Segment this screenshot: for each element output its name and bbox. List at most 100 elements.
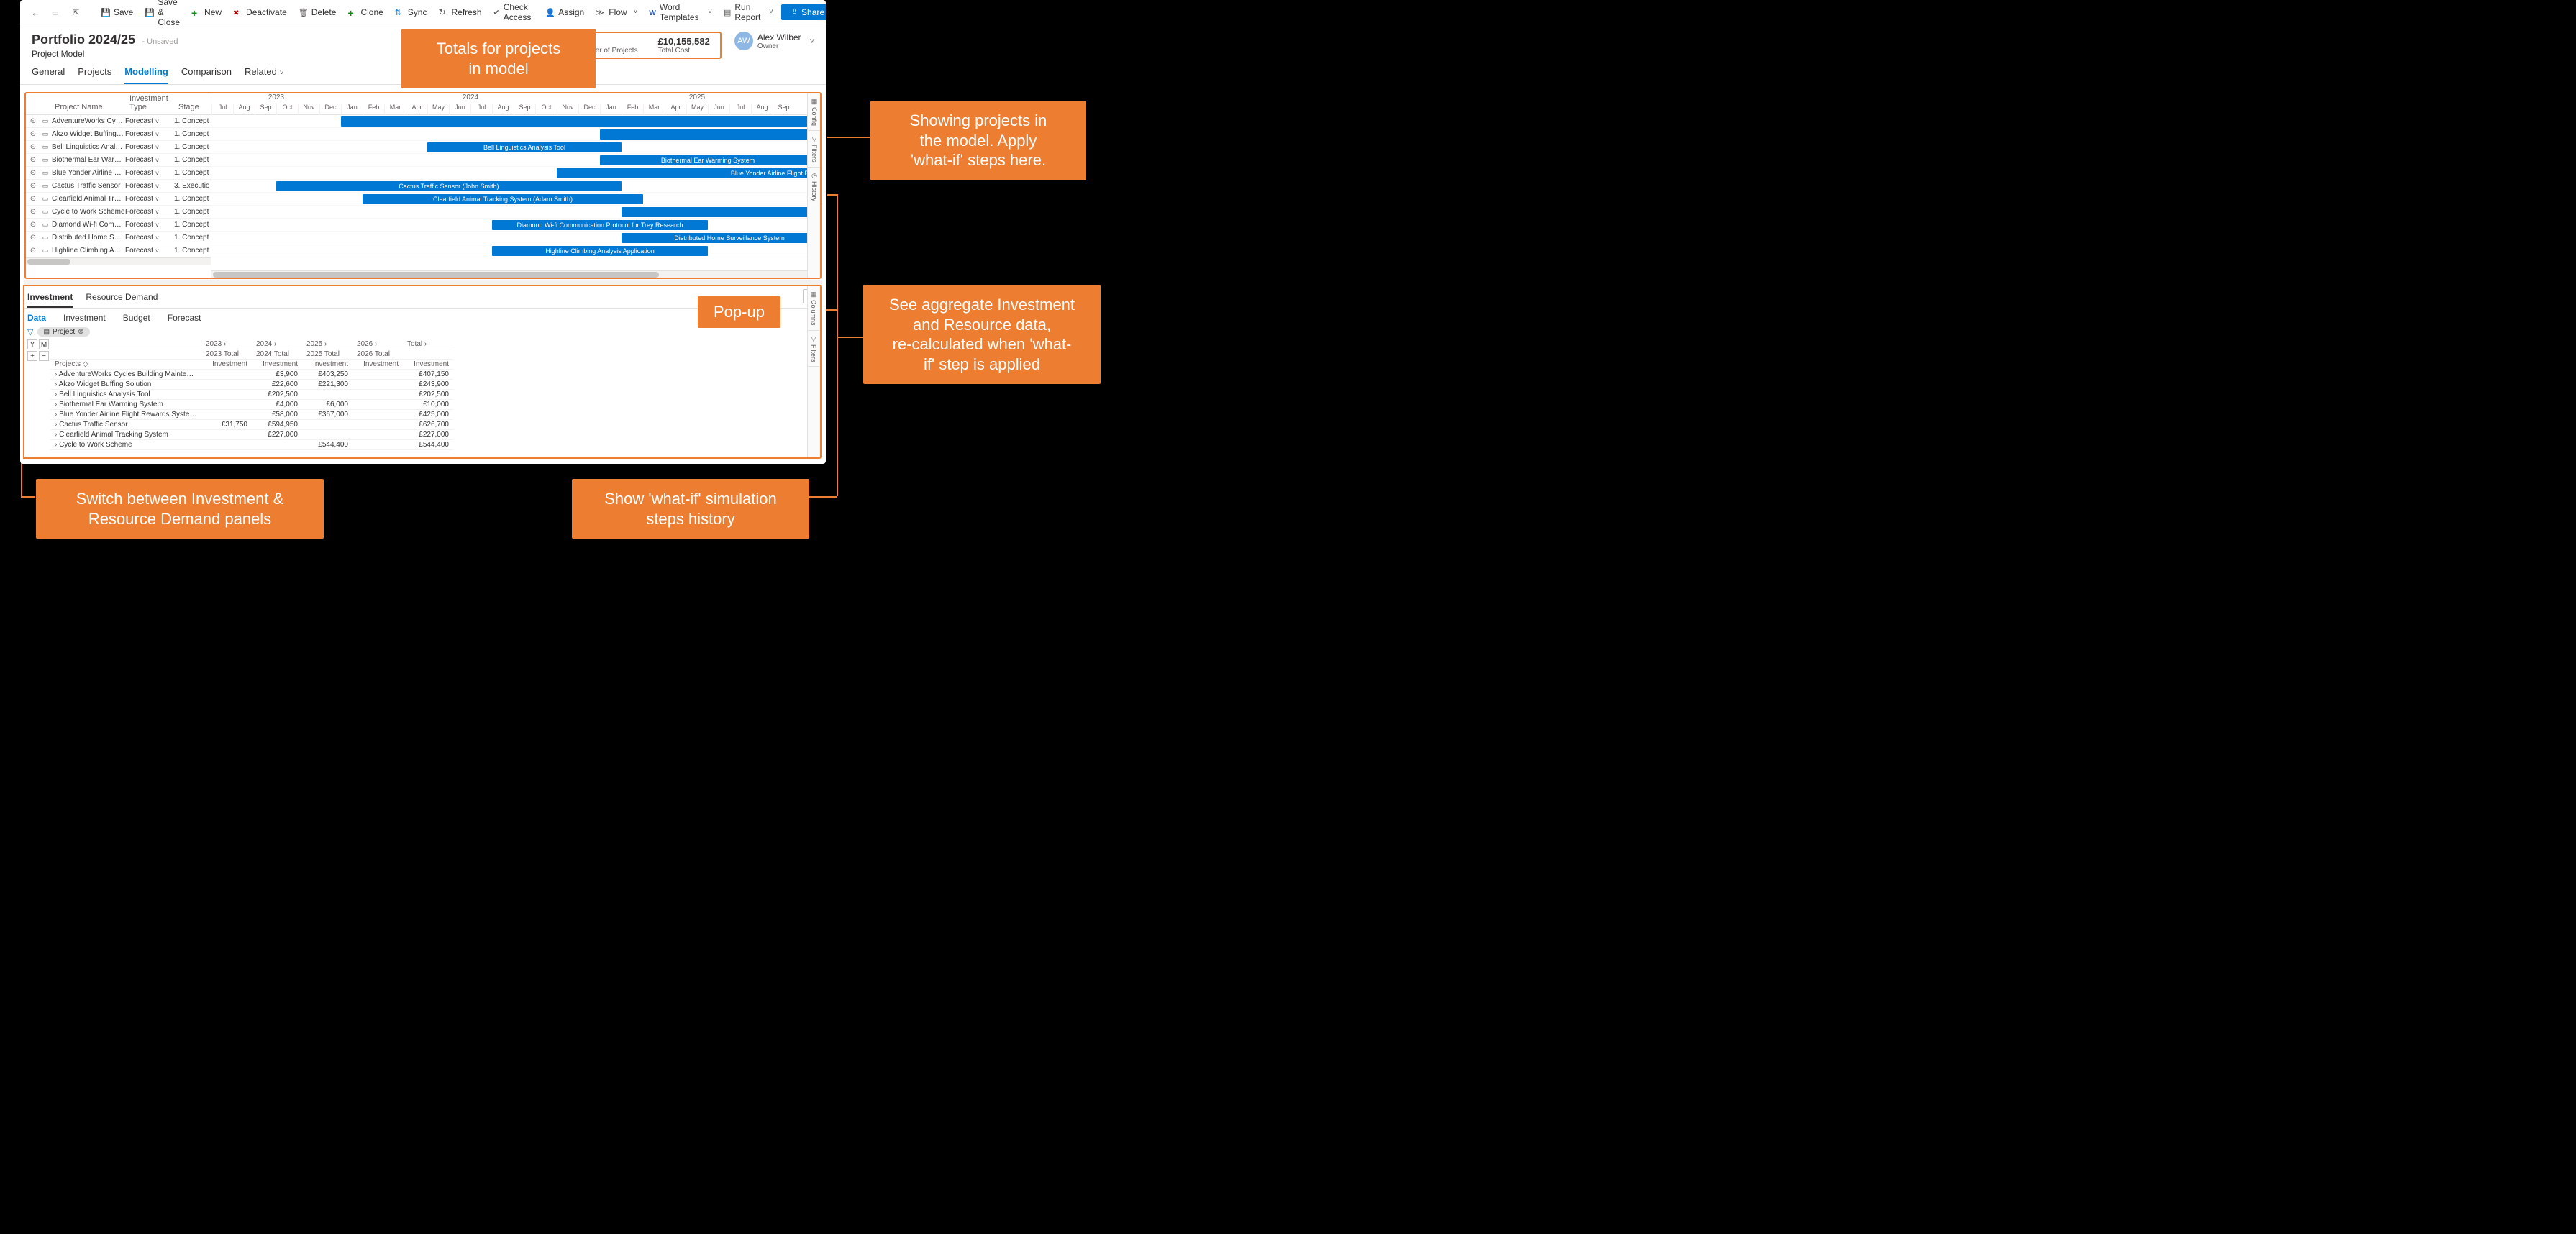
pivot-year[interactable]: 2023 › (201, 339, 252, 349)
investment-type-cell[interactable]: Forecast (125, 143, 174, 151)
investment-type-cell[interactable]: Forecast (125, 247, 174, 255)
pin-icon[interactable]: ⊙ (26, 169, 40, 177)
sync-button[interactable]: Sync (390, 4, 432, 20)
save-button[interactable]: Save (96, 4, 138, 20)
subtab-budget[interactable]: Budget (123, 313, 150, 323)
col-stage[interactable]: Stage (174, 103, 210, 114)
gantt-row[interactable]: ⊙ ▭ Clearfield Animal Tracking System Fo… (26, 193, 211, 206)
pivot-row[interactable]: Bell Linguistics Analysis Tool £202,500 … (50, 390, 453, 400)
pin-icon[interactable]: ⊙ (26, 117, 40, 125)
lower-tab-resource[interactable]: Resource Demand (86, 289, 158, 308)
side-filters[interactable]: ▽Filters (808, 131, 820, 168)
gantt-bar[interactable]: Akzo Widget Buffing Solution (Adam Smith… (600, 129, 820, 140)
lower-side-filters[interactable]: ▽Filters (808, 331, 819, 367)
pivot-row[interactable]: Biothermal Ear Warming System £4,000 £6,… (50, 400, 453, 410)
gantt-bar[interactable]: Clearfield Animal Tracking System (Adam … (363, 194, 643, 204)
subtab-investment[interactable]: Investment (63, 313, 106, 323)
tab-projects[interactable]: Projects (78, 66, 111, 84)
clone-button[interactable]: Clone (342, 4, 388, 20)
pin-icon[interactable]: ⊙ (26, 156, 40, 164)
flow-button[interactable]: Flow (591, 4, 642, 20)
pivot-row[interactable]: Cycle to Work Scheme £544,400 £544,400 (50, 440, 453, 450)
investment-type-cell[interactable]: Forecast (125, 208, 174, 216)
new-button[interactable]: New (186, 4, 227, 20)
check-access-button[interactable]: Check Access (488, 0, 540, 25)
pivot-row[interactable]: Cactus Traffic Sensor £31,750 £594,950 £… (50, 420, 453, 430)
gantt-row[interactable]: ⊙ ▭ Blue Yonder Airline Flight Rewards F… (26, 167, 211, 180)
btn-collapse[interactable]: − (39, 351, 49, 361)
gantt-bar[interactable]: Diamond Wi-fi Communication Protocol for… (492, 220, 708, 230)
investment-type-cell[interactable]: Forecast (125, 117, 174, 125)
pivot-projects-header[interactable]: Projects ◇ (50, 360, 201, 370)
subtab-forecast[interactable]: Forecast (168, 313, 201, 323)
gantt-bar[interactable]: Cycle to Work Scheme (622, 207, 820, 217)
gantt-row[interactable]: ⊙ ▭ Highline Climbing Analysis Applicati… (26, 244, 211, 257)
investment-type-cell[interactable]: Forecast (125, 234, 174, 242)
pin-icon[interactable]: ⊙ (26, 221, 40, 229)
deactivate-button[interactable]: Deactivate (228, 4, 292, 20)
pivot-year[interactable]: 2025 › (302, 339, 352, 349)
gantt-row[interactable]: ⊙ ▭ Akzo Widget Buffing Solution Forecas… (26, 128, 211, 141)
project-chip[interactable]: Project (37, 327, 89, 337)
pin-icon[interactable]: ⊙ (26, 234, 40, 242)
pivot-year[interactable]: 2024 › (252, 339, 302, 349)
col-investment-type[interactable]: Investment Type (125, 94, 174, 114)
pin-icon[interactable]: ⊙ (26, 130, 40, 138)
gantt-row[interactable]: ⊙ ▭ Cycle to Work Scheme Forecast 1. Con… (26, 206, 211, 219)
share-button[interactable]: Share (781, 4, 826, 20)
investment-type-cell[interactable]: Forecast (125, 195, 174, 203)
btn-year[interactable]: Y (27, 339, 37, 349)
pin-icon[interactable]: ⊙ (26, 182, 40, 190)
gantt-bar[interactable]: AdventureWorks Cycles Building Maintenan… (341, 116, 820, 127)
gantt-bar[interactable]: Distributed Home Surveillance System (622, 233, 820, 243)
investment-type-cell[interactable]: Forecast (125, 130, 174, 138)
pin-icon[interactable]: ⊙ (26, 143, 40, 151)
filter-icon[interactable]: ▽ (27, 327, 33, 337)
side-config[interactable]: ▦Config (808, 93, 820, 131)
btn-month[interactable]: M (39, 339, 49, 349)
subtab-data[interactable]: Data (27, 313, 46, 323)
pin-icon[interactable]: ⊙ (26, 208, 40, 216)
pivot-year[interactable]: Total › (403, 339, 453, 349)
side-history[interactable]: ◷History (808, 168, 820, 206)
btn-expand[interactable]: + (27, 351, 37, 361)
pivot-row[interactable]: Blue Yonder Airline Flight Rewards Syste… (50, 410, 453, 420)
col-project-name[interactable]: Project Name (50, 103, 125, 114)
run-report-button[interactable]: Run Report (719, 0, 778, 25)
pivot-row[interactable]: Clearfield Animal Tracking System £227,0… (50, 430, 453, 440)
owner-control[interactable]: AW Alex Wilber Owner (734, 32, 814, 50)
gantt-row[interactable]: ⊙ ▭ Diamond Wi-fi Communication Protocol… (26, 219, 211, 232)
gantt-bar[interactable]: Blue Yonder Airline Flight Rewards Syste… (557, 168, 820, 178)
gantt-row[interactable]: ⊙ ▭ Biothermal Ear Warming System Foreca… (26, 154, 211, 167)
save-close-button[interactable]: Save & Close (140, 0, 185, 30)
gantt-row[interactable]: ⊙ ▭ Bell Linguistics Analysis Tool Forec… (26, 141, 211, 154)
gantt-row[interactable]: ⊙ ▭ Distributed Home Surveillance Foreca… (26, 232, 211, 244)
assign-button[interactable]: Assign (540, 4, 589, 20)
popout-button[interactable] (68, 4, 87, 19)
pivot-row[interactable]: AdventureWorks Cycles Building Maintenan… (50, 370, 453, 380)
pin-icon[interactable]: ⊙ (26, 247, 40, 255)
pivot-year[interactable]: 2026 › (352, 339, 403, 349)
tab-modelling[interactable]: Modelling (124, 66, 168, 84)
refresh-button[interactable]: Refresh (433, 4, 486, 20)
tab-general[interactable]: General (32, 66, 65, 84)
investment-type-cell[interactable]: Forecast (125, 169, 174, 177)
gantt-bar[interactable]: Cactus Traffic Sensor (John Smith) (276, 181, 622, 191)
gantt-row[interactable]: ⊙ ▭ AdventureWorks Cycles Building Maint… (26, 115, 211, 128)
open-record-set-button[interactable] (47, 4, 66, 19)
lower-tab-investment[interactable]: Investment (27, 289, 73, 308)
pin-icon[interactable]: ⊙ (26, 195, 40, 203)
investment-type-cell[interactable]: Forecast (125, 221, 174, 229)
tab-comparison[interactable]: Comparison (181, 66, 232, 84)
back-button[interactable] (26, 4, 45, 19)
gantt-bar[interactable]: Bell Linguistics Analysis Tool (427, 142, 622, 152)
gantt-bar[interactable]: Highline Climbing Analysis Application (492, 246, 708, 256)
gantt-bar[interactable]: Biothermal Ear Warming System (600, 155, 816, 165)
gantt-row[interactable]: ⊙ ▭ Cactus Traffic Sensor Forecast 3. Ex… (26, 180, 211, 193)
word-templates-button[interactable]: Word Templates (644, 0, 717, 25)
investment-type-cell[interactable]: Forecast (125, 156, 174, 164)
delete-button[interactable]: Delete (293, 4, 342, 20)
pivot-row[interactable]: Akzo Widget Buffing Solution £22,600 £22… (50, 380, 453, 390)
gantt-timeline[interactable]: 202320242025 JulAugSepOctNovDecJanFebMar… (211, 93, 820, 278)
tab-related[interactable]: Related (245, 66, 284, 84)
